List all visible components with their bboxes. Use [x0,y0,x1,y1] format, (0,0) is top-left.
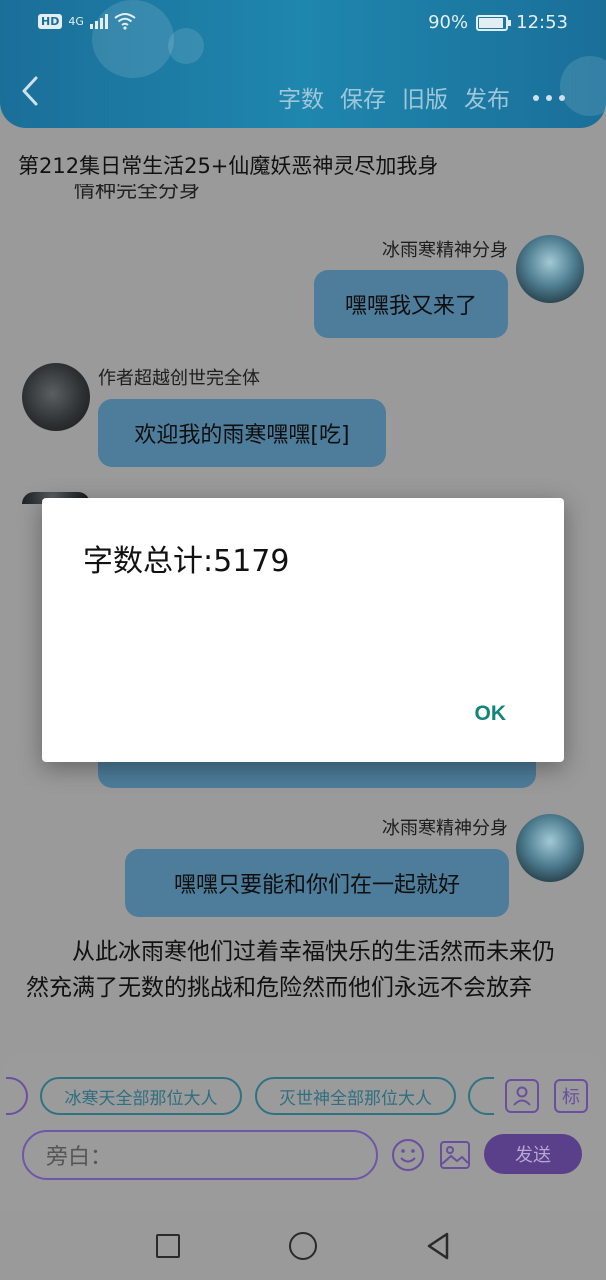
status-bar: HD 4G 90% 12:53 [0,0,606,48]
document-title: 第212集日常生活25+仙魔妖恶神灵尽加我身 [18,154,439,178]
app-header: HD 4G 90% 12:53 字数 保存 旧版 发布 [0,0,606,128]
role-chip[interactable]: 灭世神全部那位大人 [255,1077,456,1115]
circle-icon[interactable] [289,1232,317,1260]
triangle-back-icon[interactable] [426,1232,450,1260]
sender-name: 冰雨寒精神分身 [382,240,508,261]
message-bubble[interactable]: 嘿嘿只要能和你们在一起就好 [125,849,509,917]
narration-input[interactable]: 旁白： [22,1130,378,1180]
battery-percent: 90% [428,12,469,33]
dialog-title: 字数总计:5179 [83,544,290,579]
more-button[interactable] [532,80,566,108]
image-icon [440,1141,470,1169]
wifi-icon [114,13,136,30]
avatar[interactable] [22,363,90,431]
signal-icon [89,13,108,29]
toolbar-actions: 字数 保存 旧版 发布 [278,80,510,114]
image-button[interactable] [437,1137,473,1173]
word-count-button[interactable]: 字数 [278,80,324,114]
old-version-button[interactable]: 旧版 [402,80,448,114]
person-icon [513,1086,531,1106]
chevron-left-icon [22,76,38,106]
square-icon[interactable] [156,1234,180,1258]
role-chip[interactable]: 冰寒天全部那位大人 [40,1077,242,1115]
emoji-button[interactable] [390,1137,426,1173]
sender-name: 冰雨寒精神分身 [382,818,508,839]
word-count-dialog: 字数总计:5179 OK [42,498,564,762]
avatar[interactable] [516,235,584,303]
tag-button[interactable]: 标 [554,1079,588,1113]
decorative-bubble [560,56,606,116]
system-nav-bar [0,1212,606,1280]
smile-icon [392,1139,424,1171]
publish-button[interactable]: 发布 [464,80,510,114]
message-bubble[interactable]: 欢迎我的雨寒嘿嘿[吃] [98,399,386,467]
clipped-text-line: 情种完全分身 [74,184,200,202]
more-horizontal-icon [533,95,565,101]
tag-label: 标 [562,1087,580,1108]
input-placeholder: 旁白： [46,1145,113,1170]
network-type: 4G [68,14,84,28]
save-button[interactable]: 保存 [340,80,386,114]
sender-name: 作者超越创世完全体 [98,368,260,389]
battery-icon [476,14,512,31]
clock-time: 12:53 [516,12,568,33]
back-button[interactable] [18,74,48,114]
narration-paragraph: 从此冰雨寒他们过着幸福快乐的生活然而未来仍然充满了无数的挑战和危险然而他们永远不… [26,939,555,1001]
person-button[interactable] [505,1079,539,1113]
ok-button[interactable]: OK [475,702,507,726]
hd-badge: HD [38,13,63,29]
avatar[interactable] [516,814,584,882]
message-bubble[interactable]: 嘿嘿我又来了 [314,270,508,338]
send-button[interactable]: 发送 [484,1134,582,1174]
